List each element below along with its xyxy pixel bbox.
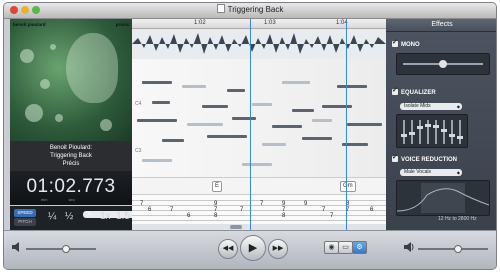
chord-gm[interactable]: Gm	[340, 181, 356, 192]
speed-option-half[interactable]: ½	[65, 211, 73, 222]
album-artwork: benoit pioulard précis	[10, 19, 132, 141]
current-time: 01:02.773	[26, 176, 116, 197]
track-name: Triggering Back	[50, 153, 92, 159]
tab-number: 7	[140, 201, 144, 207]
position-slider[interactable]	[26, 245, 96, 253]
tab-number: 6	[370, 207, 374, 213]
chord-e[interactable]: E	[212, 181, 223, 192]
tab-number: 9	[304, 201, 308, 207]
tab-number: 8	[214, 213, 218, 219]
cover-artist-text: benoit pioulard	[13, 22, 46, 27]
tab-number: 6	[187, 213, 191, 219]
camera-button[interactable]: ◉	[324, 241, 339, 254]
screen-icon: ▭	[342, 244, 349, 251]
voice-preset-select[interactable]: Male Vocals	[400, 169, 462, 176]
track-info: Benoit Pioulard: Triggering Back Précis	[10, 141, 132, 171]
tab-number: 6	[148, 207, 152, 213]
pitch-tab[interactable]: PITCH	[14, 218, 36, 226]
fast-forward-button[interactable]: ▶▶	[268, 239, 288, 259]
window-title: Triggering Back	[4, 4, 496, 14]
cover-title-text: précis	[115, 22, 129, 27]
rewind-button[interactable]: ◀◀	[218, 239, 238, 259]
playhead[interactable]	[250, 19, 251, 230]
album-name: Précis	[62, 161, 80, 167]
transport-bar: ◀◀ ▶ ▶▶ ◉ ▭ ⚙	[4, 230, 496, 269]
tab-number: 8	[282, 213, 286, 219]
ruler-mark: 1:02	[194, 20, 206, 26]
piano-roll[interactable]: C4 C3	[132, 59, 386, 177]
voice-reduction-toggle[interactable]: VOICE REDUCTION	[392, 153, 457, 163]
speed-panel: SPEED PITCH ¼ ½ ¾ 1x 1.5	[10, 206, 145, 230]
effects-panel: Effects MONO EQUALIZER Isolate Mids VOIC…	[386, 19, 496, 230]
document-icon	[216, 4, 225, 13]
voice-reduction-checkbox[interactable]	[392, 153, 398, 162]
tab-number: 7	[260, 201, 264, 207]
loop-marker[interactable]	[346, 19, 347, 230]
tab-number: 7	[170, 207, 174, 213]
title-bar: Triggering Back	[4, 3, 496, 19]
camera-icon: ◉	[328, 244, 335, 251]
time-display: 01:02.773 min sec	[10, 171, 132, 205]
tab-number: 7	[240, 207, 244, 213]
volume-slider-knob[interactable]	[454, 245, 462, 253]
equalizer-checkbox[interactable]	[392, 86, 398, 95]
mono-checkbox[interactable]	[392, 38, 398, 47]
speaker-low-icon	[12, 242, 19, 252]
voice-frequency-graph[interactable]	[396, 180, 490, 216]
effects-title: Effects	[386, 19, 496, 32]
guitar-tab: 7 6 7 6 9 7 8 7 7 9 7 8 9 7 7 7 8 6	[132, 194, 386, 225]
speaker-high-icon	[404, 242, 414, 252]
note-label-c4: C4	[135, 101, 142, 107]
settings-button[interactable]: ⚙	[352, 241, 367, 254]
time-ruler[interactable]: 1:02 1:03 1:04	[132, 19, 386, 29]
scroll-thumb[interactable]	[230, 225, 242, 229]
rewind-icon: ◀◀	[222, 245, 234, 252]
analysis-area[interactable]: 1:02 1:03 1:04 C4 C3 E Gm 7 6 7 6 9 7 8 …	[132, 19, 386, 230]
settings-icon: ⚙	[356, 244, 363, 251]
mono-slider-panel	[396, 53, 490, 75]
frequency-range: 12 Hz to 2800 Hz	[438, 216, 477, 222]
volume-slider[interactable]	[418, 245, 488, 253]
equalizer-bands[interactable]	[396, 114, 468, 148]
ruler-mark: 1:03	[264, 20, 276, 26]
position-slider-knob[interactable]	[62, 245, 70, 253]
speed-option-1x[interactable]: 1x	[100, 211, 111, 222]
mono-toggle[interactable]: MONO	[392, 38, 420, 48]
fast-forward-icon: ▶▶	[272, 245, 284, 252]
mono-slider-knob[interactable]	[439, 60, 447, 68]
note-label-c3: C3	[135, 148, 142, 154]
equalizer-preset-select[interactable]: Isolate Mids	[400, 103, 462, 110]
cover-silhouette	[66, 33, 118, 103]
play-button[interactable]: ▶	[240, 235, 266, 261]
artist-name: Benoit Pioulard:	[49, 145, 93, 151]
play-icon: ▶	[248, 242, 258, 254]
tab-number: 7	[330, 213, 334, 219]
time-units: min sec	[41, 197, 75, 202]
screen-button[interactable]: ▭	[338, 241, 353, 254]
app-window: Triggering Back benoit pioulard précis B…	[3, 2, 497, 270]
tab-number: 7	[322, 207, 326, 213]
speed-tab[interactable]: SPEED	[14, 209, 36, 217]
waveform[interactable]	[132, 29, 386, 60]
equalizer-toggle[interactable]: EQUALIZER	[392, 86, 436, 96]
speed-option-1-5x[interactable]: 1.5	[116, 211, 130, 222]
speed-option-quarter[interactable]: ¼	[48, 211, 56, 222]
chord-track: E Gm	[132, 177, 386, 194]
